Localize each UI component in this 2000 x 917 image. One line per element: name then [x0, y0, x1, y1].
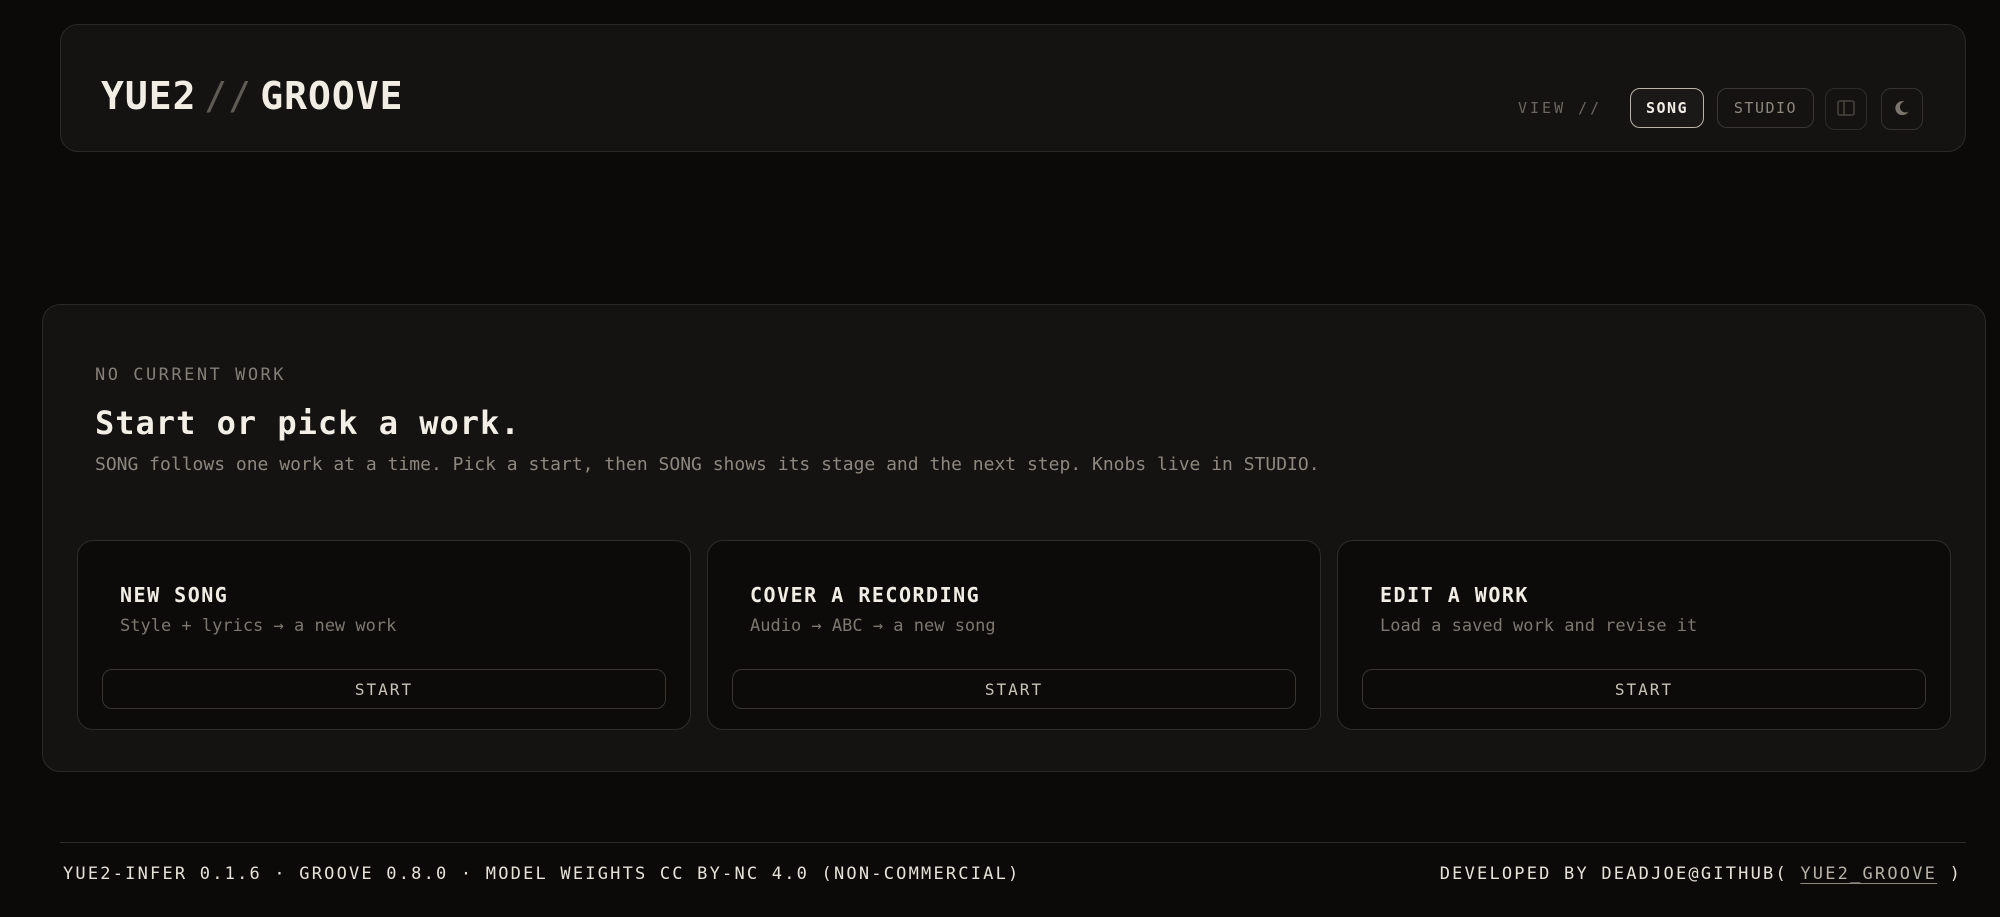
- repo-link[interactable]: YUE2_GROOVE: [1800, 864, 1937, 884]
- app-brand: YUE2//GROOVE: [101, 77, 404, 115]
- edit-work-start-button[interactable]: START: [1362, 669, 1926, 709]
- page-description: SONG follows one work at a time. Pick a …: [95, 454, 1320, 475]
- app-header: YUE2//GROOVE VIEW // SONG STUDIO: [60, 24, 1966, 152]
- cover-recording-start-button[interactable]: START: [732, 669, 1296, 709]
- sidebar-panel-icon: [1836, 98, 1856, 121]
- view-song-button[interactable]: SONG: [1630, 88, 1704, 128]
- edit-work-card: EDIT A WORK Load a saved work and revise…: [1337, 540, 1951, 730]
- card-title: EDIT A WORK: [1380, 583, 1529, 607]
- brand-suffix: GROOVE: [260, 74, 404, 118]
- start-options: NEW SONG Style + lyrics → a new work STA…: [77, 540, 1953, 730]
- cover-recording-card: COVER A RECORDING Audio → ABC → a new so…: [707, 540, 1321, 730]
- card-title: COVER A RECORDING: [750, 583, 981, 607]
- new-song-start-button[interactable]: START: [102, 669, 666, 709]
- card-subtitle: Audio → ABC → a new song: [750, 616, 996, 636]
- footer-credits-prefix: DEVELOPED BY DEADJOE@GITHUB(: [1439, 864, 1788, 884]
- toggle-panel-button[interactable]: [1825, 88, 1867, 130]
- footer-credits: DEVELOPED BY DEADJOE@GITHUB( YUE2_GROOVE…: [1440, 866, 1962, 883]
- view-label: VIEW //: [1518, 99, 1603, 117]
- new-song-card: NEW SONG Style + lyrics → a new work STA…: [77, 540, 691, 730]
- footer-divider: [60, 842, 1966, 843]
- page-title: Start or pick a work.: [95, 404, 521, 442]
- brand-name: YUE2: [101, 74, 197, 118]
- footer-credits-suffix: ): [1949, 864, 1962, 884]
- moon-icon: [1892, 98, 1912, 121]
- view-studio-button[interactable]: STUDIO: [1717, 88, 1814, 128]
- brand-separator: //: [204, 74, 253, 118]
- status-eyebrow: NO CURRENT WORK: [95, 365, 287, 385]
- empty-work-panel: NO CURRENT WORK Start or pick a work. SO…: [42, 304, 1986, 772]
- card-subtitle: Load a saved work and revise it: [1380, 616, 1698, 636]
- card-subtitle: Style + lyrics → a new work: [120, 616, 397, 636]
- card-title: NEW SONG: [120, 583, 229, 607]
- theme-toggle-button[interactable]: [1881, 88, 1923, 130]
- footer-version-info: YUE2-INFER 0.1.6 · GROOVE 0.8.0 · MODEL …: [63, 864, 1021, 884]
